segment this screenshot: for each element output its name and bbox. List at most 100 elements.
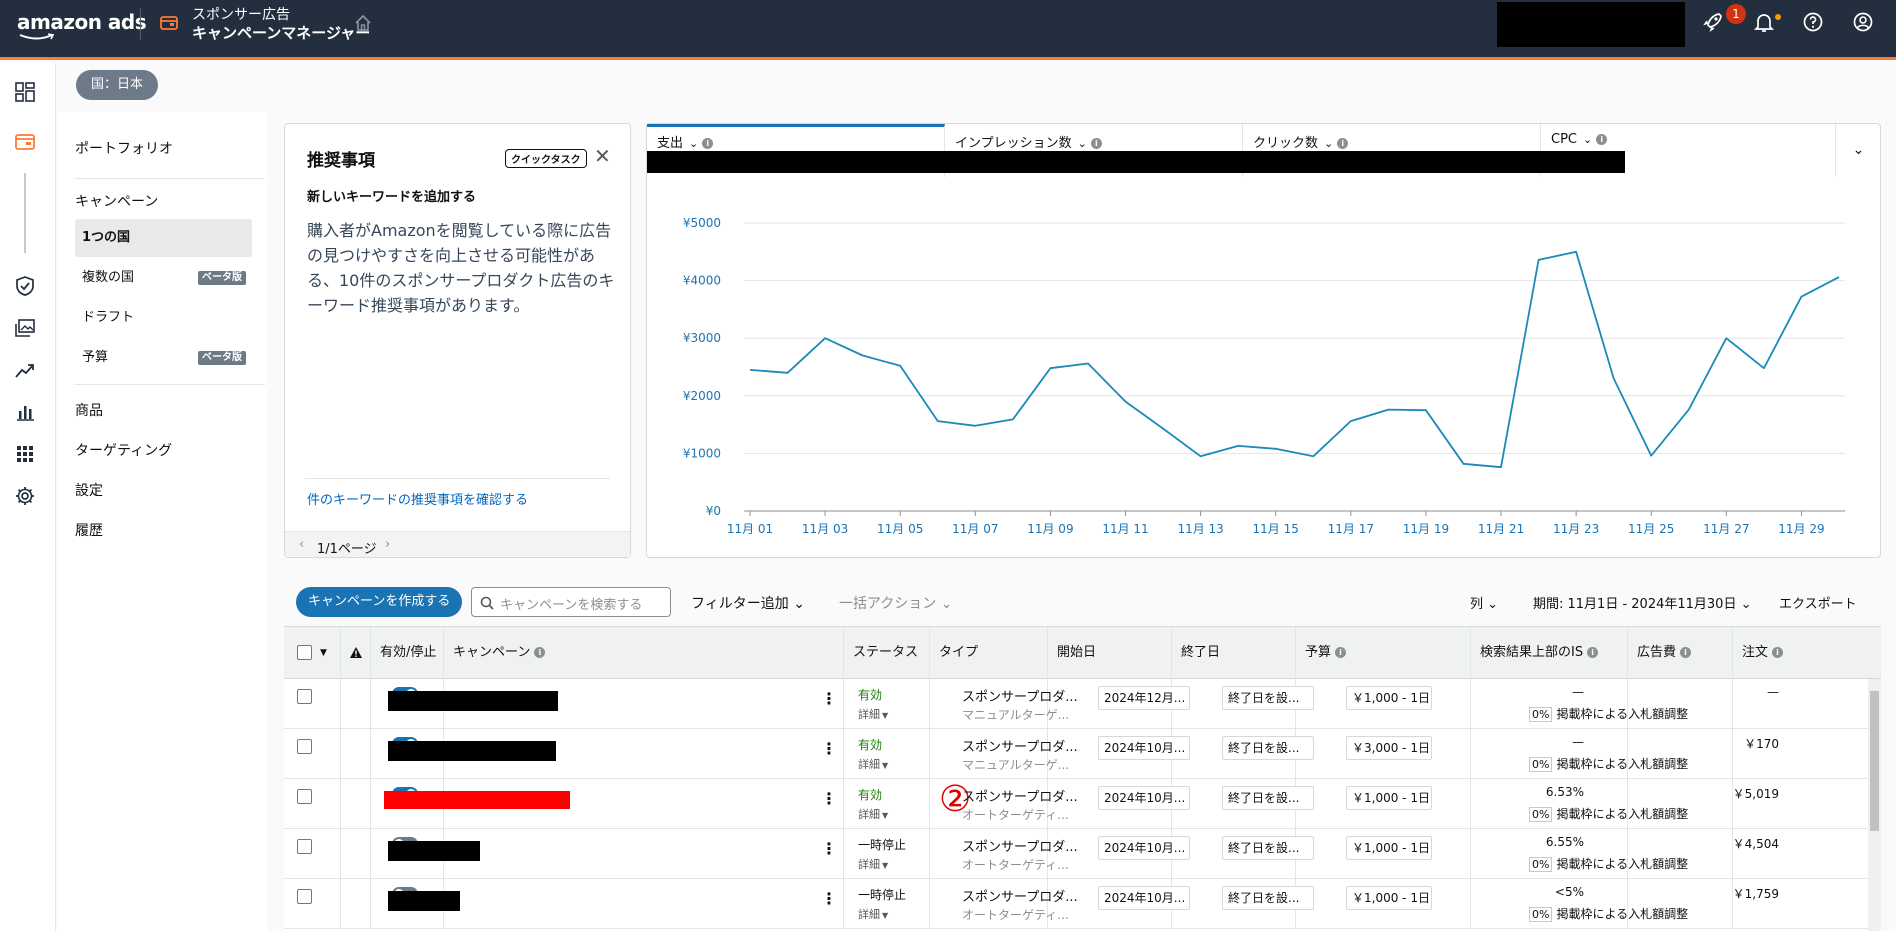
end-date-field[interactable]: 終了日を設... xyxy=(1222,786,1314,810)
select-all-checkbox[interactable] xyxy=(297,645,312,660)
end-date-field[interactable]: 終了日を設... xyxy=(1222,736,1314,760)
amazon-ads-logo[interactable]: amazon ads xyxy=(17,10,147,34)
bell-icon[interactable] xyxy=(1753,11,1775,33)
campaign-name-redacted[interactable] xyxy=(388,741,556,761)
budget-field[interactable]: ￥1,000 - 1日 xyxy=(1346,886,1432,910)
column-header-end-date[interactable]: 終了日 xyxy=(1172,627,1296,679)
sidebar-item-history[interactable]: 履歴 xyxy=(75,520,103,540)
campaign-manager-icon xyxy=(160,16,178,30)
budget-field[interactable]: ￥1,000 - 1日 xyxy=(1346,786,1432,810)
placement-bid-adjustment[interactable]: 0% 掲載枠による入札額調整 xyxy=(1529,855,1688,872)
country-filter-chip[interactable]: 国：日本 xyxy=(76,70,159,100)
sidebar-item-campaigns[interactable]: キャンペーン xyxy=(75,191,158,211)
status-details-dropdown[interactable]: 詳細 ▼ xyxy=(858,856,888,872)
column-header-orders[interactable]: 注文 i xyxy=(1733,627,1881,679)
rail-campaigns[interactable] xyxy=(12,129,38,155)
rail-dashboard[interactable] xyxy=(12,79,38,105)
caret-down-icon[interactable]: ▼ xyxy=(320,627,327,679)
details-label: 詳細 xyxy=(858,708,880,721)
more-actions-icon[interactable]: ⋮ xyxy=(821,689,837,708)
account-selector[interactable] xyxy=(1497,2,1685,47)
status-details-dropdown[interactable]: 詳細 ▼ xyxy=(858,906,888,922)
rail-reports[interactable] xyxy=(12,399,38,425)
placement-bid-adjustment[interactable]: 0% 掲載枠による入札額調整 xyxy=(1529,805,1688,822)
sidebar-item-multi-country[interactable]: 複数の国 ベータ版 xyxy=(75,259,252,297)
add-filter-button[interactable]: フィルター追加 ⌄ xyxy=(691,593,805,613)
start-date-field[interactable]: 2024年10月... xyxy=(1098,836,1190,860)
sidebar-item-settings[interactable]: 設定 xyxy=(75,480,103,500)
campaign-type: スポンサープロダ... xyxy=(962,740,1078,755)
start-date-field[interactable]: 2024年10月... xyxy=(1098,786,1190,810)
table-row[interactable]: ⋮ 有効 詳細 ▼ スポンサープロダ... マニュアルターゲ... 2024年10月... 終… xyxy=(284,729,1881,779)
column-header-type[interactable]: タイプ xyxy=(930,627,1048,679)
column-header-spend[interactable]: 広告費 i xyxy=(1628,627,1733,679)
placement-bid-adjustment[interactable]: 0% 掲載枠による入札額調整 xyxy=(1529,705,1688,722)
create-campaign-button[interactable]: キャンペーンを作成する xyxy=(296,587,463,617)
row-checkbox[interactable] xyxy=(297,789,312,804)
sidebar-item-budgets[interactable]: 予算 ベータ版 xyxy=(75,339,252,377)
budget-field[interactable]: ￥3,000 - 1日 xyxy=(1346,736,1432,760)
campaign-name-redacted[interactable] xyxy=(388,841,480,861)
columns-button[interactable]: 列 ⌄ xyxy=(1470,593,1498,612)
help-icon[interactable] xyxy=(1802,11,1824,33)
column-header-top-of-search-is[interactable]: 検索結果上部のIS i xyxy=(1471,627,1628,679)
end-date-field[interactable]: 終了日を設... xyxy=(1222,836,1314,860)
budget-field[interactable]: ￥1,000 - 1日 xyxy=(1346,836,1432,860)
rail-apps[interactable] xyxy=(12,441,38,467)
status-details-dropdown[interactable]: 詳細 ▼ xyxy=(858,756,888,772)
metrics-expand-button[interactable]: ⌄ xyxy=(1835,124,1881,177)
end-date-field[interactable]: 終了日を設... xyxy=(1222,686,1314,710)
chevron-right-icon[interactable]: › xyxy=(385,537,390,552)
sidebar-item-targeting[interactable]: ターゲティング xyxy=(75,440,172,460)
date-range-button[interactable]: 期間: 11月1日 - 2024年11月30日 ⌄ xyxy=(1533,593,1752,612)
status-details-dropdown[interactable]: 詳細 ▼ xyxy=(858,706,888,722)
table-row[interactable]: ② ⋮ 有効 詳細 ▼ スポンサープロダ... オートターゲティ... 2024年10月...… xyxy=(284,779,1881,829)
table-row[interactable]: ⋮ 有効 詳細 ▼ スポンサープロダ... マニュアルターゲ... 2024年12月... 終… xyxy=(284,679,1881,729)
column-header-status[interactable]: ステータス xyxy=(844,627,930,679)
placement-bid-adjustment[interactable]: 0% 掲載枠による入札額調整 xyxy=(1529,905,1688,922)
campaign-name-redacted[interactable] xyxy=(388,691,558,711)
row-checkbox[interactable] xyxy=(297,689,312,704)
sidebar-item-products[interactable]: 商品 xyxy=(75,400,103,420)
user-account-icon[interactable] xyxy=(1852,11,1874,33)
chevron-left-icon[interactable]: ‹ xyxy=(299,537,304,552)
end-date-field[interactable]: 終了日を設... xyxy=(1222,886,1314,910)
campaign-name-redacted[interactable] xyxy=(384,791,570,809)
campaign-search-input[interactable]: キャンペーンを検索する xyxy=(471,587,671,617)
review-keywords-link[interactable]: 件のキーワードの推奨事項を確認する xyxy=(307,489,528,508)
rail-brand-safety[interactable] xyxy=(12,273,38,299)
home-icon[interactable] xyxy=(354,14,372,32)
row-checkbox[interactable] xyxy=(297,739,312,754)
sidebar-item-portfolio[interactable]: ポートフォリオ xyxy=(75,138,173,158)
rail-creatives[interactable] xyxy=(12,315,38,341)
close-icon[interactable]: ✕ xyxy=(594,144,611,168)
row-checkbox[interactable] xyxy=(297,889,312,904)
start-date-field[interactable]: 2024年12月... xyxy=(1098,686,1190,710)
more-actions-icon[interactable]: ⋮ xyxy=(821,789,837,808)
table-scrollbar[interactable] xyxy=(1868,679,1881,931)
scrollbar-thumb[interactable] xyxy=(1870,691,1879,831)
row-checkbox[interactable] xyxy=(297,839,312,854)
column-header-active[interactable]: 有効/停止 xyxy=(371,627,444,679)
bulk-actions-button[interactable]: 一括アクション ⌄ xyxy=(839,593,953,613)
rocket-icon[interactable] xyxy=(1702,11,1724,33)
rail-settings[interactable] xyxy=(12,483,38,509)
more-actions-icon[interactable]: ⋮ xyxy=(821,889,837,908)
column-header-budget[interactable]: 予算 i xyxy=(1296,627,1471,679)
status-details-dropdown[interactable]: 詳細 ▼ xyxy=(858,806,888,822)
table-row[interactable]: ⋮ 一時停止 詳細 ▼ スポンサープロダ... オートターゲティ... 2024年10月..… xyxy=(284,879,1881,929)
start-date-field[interactable]: 2024年10月... xyxy=(1098,886,1190,910)
export-button[interactable]: エクスポート xyxy=(1779,593,1857,612)
more-actions-icon[interactable]: ⋮ xyxy=(821,839,837,858)
more-actions-icon[interactable]: ⋮ xyxy=(821,739,837,758)
rail-measurement[interactable] xyxy=(12,357,38,383)
column-header-campaign[interactable]: キャンペーン i xyxy=(444,627,844,679)
table-row[interactable]: ⋮ 一時停止 詳細 ▼ スポンサープロダ... オートターゲティ... 2024年10月..… xyxy=(284,829,1881,879)
start-date-field[interactable]: 2024年10月... xyxy=(1098,736,1190,760)
placement-bid-adjustment[interactable]: 0% 掲載枠による入札額調整 xyxy=(1529,755,1688,772)
column-header-start-date[interactable]: 開始日 xyxy=(1048,627,1172,679)
sidebar-item-drafts[interactable]: ドラフト xyxy=(75,299,252,337)
sidebar-item-single-country[interactable]: 1つの国 xyxy=(75,219,252,257)
budget-field[interactable]: ￥1,000 - 1日 xyxy=(1346,686,1432,710)
campaign-name-redacted[interactable] xyxy=(388,891,460,911)
